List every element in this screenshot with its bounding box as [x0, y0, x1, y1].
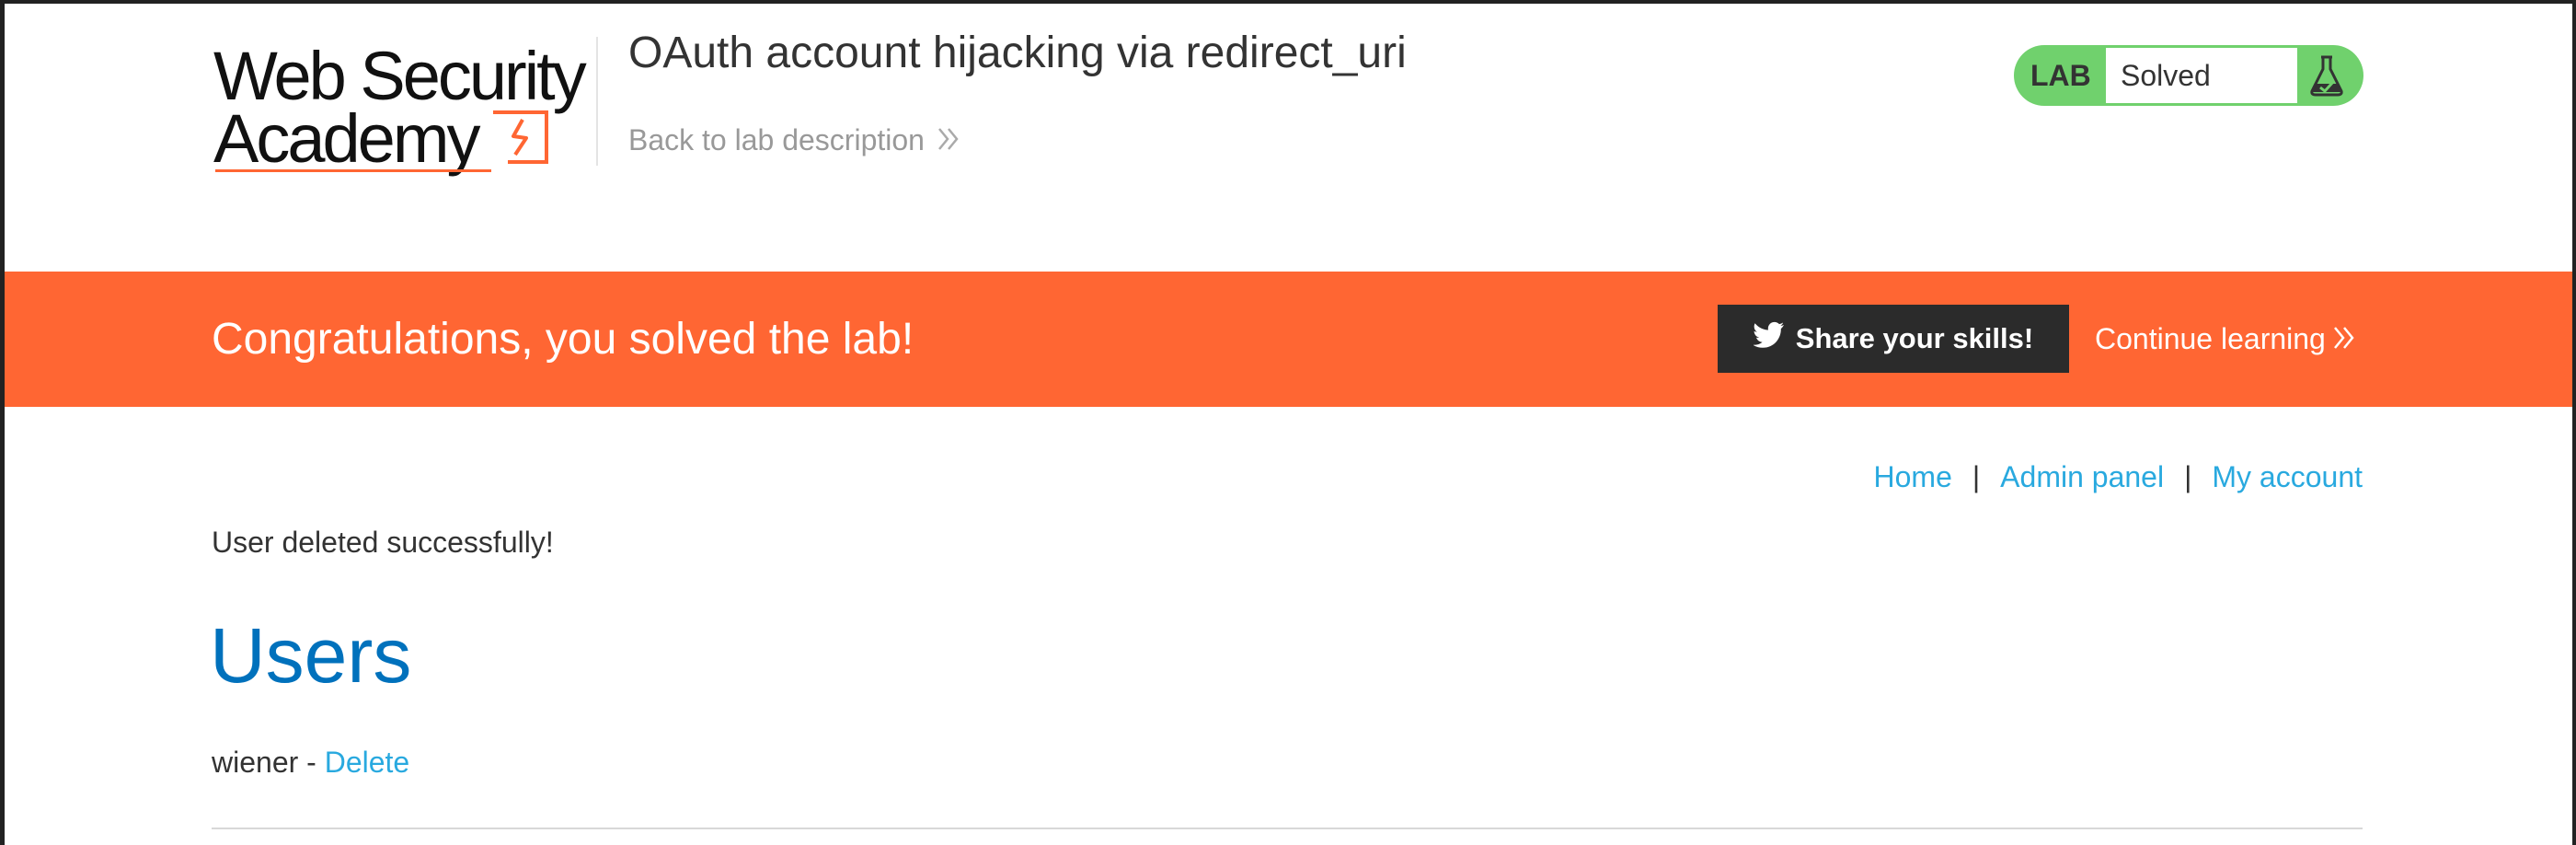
user-row-separator: -	[298, 746, 325, 779]
page-title: Users	[210, 612, 412, 699]
username: wiener	[212, 746, 299, 779]
logo-lightning-icon	[493, 110, 548, 164]
lab-status-value: Solved	[2106, 48, 2297, 103]
top-navigation: Home | Admin panel | My account	[1874, 460, 2363, 494]
continue-learning-label: Continue learning	[2095, 322, 2326, 355]
continue-learning-link[interactable]: Continue learning	[2095, 272, 2355, 407]
back-link-label: Back to lab description	[628, 123, 925, 156]
delete-user-link[interactable]: Delete	[325, 746, 410, 779]
status-message: User deleted successfully!	[212, 526, 554, 559]
back-to-lab-description-link[interactable]: Back to lab description	[628, 123, 960, 159]
lab-title: OAuth account hijacking via redirect_uri	[628, 29, 1407, 77]
nav-separator: |	[1972, 460, 1981, 493]
nav-admin-panel-link[interactable]: Admin panel	[2000, 460, 2164, 493]
page-header: Web Security Academy OAuth account hijac…	[0, 0, 2576, 272]
logo-underline	[215, 169, 491, 172]
solved-banner: Congratulations, you solved the lab! Sha…	[5, 272, 2572, 407]
user-list-item: wiener - Delete	[212, 746, 409, 780]
logo-line-2: Academy	[213, 100, 480, 177]
lab-status-label: LAB	[2030, 59, 2091, 92]
share-button-label: Share your skills!	[1795, 322, 2034, 354]
double-chevron-right-icon	[937, 125, 960, 159]
flask-icon	[2308, 54, 2345, 101]
double-chevron-right-icon	[2333, 273, 2355, 409]
congratulations-message: Congratulations, you solved the lab!	[212, 315, 914, 364]
twitter-icon	[1752, 321, 1785, 356]
share-your-skills-button[interactable]: Share your skills!	[1718, 305, 2069, 373]
nav-separator: |	[2184, 460, 2192, 493]
nav-my-account-link[interactable]: My account	[2212, 460, 2363, 493]
nav-home-link[interactable]: Home	[1874, 460, 1952, 493]
header-divider	[596, 37, 598, 166]
lab-status-widget: LAB Solved	[2014, 45, 2363, 106]
web-security-academy-logo[interactable]: Web Security Academy	[213, 39, 592, 177]
content-divider	[212, 828, 2363, 829]
